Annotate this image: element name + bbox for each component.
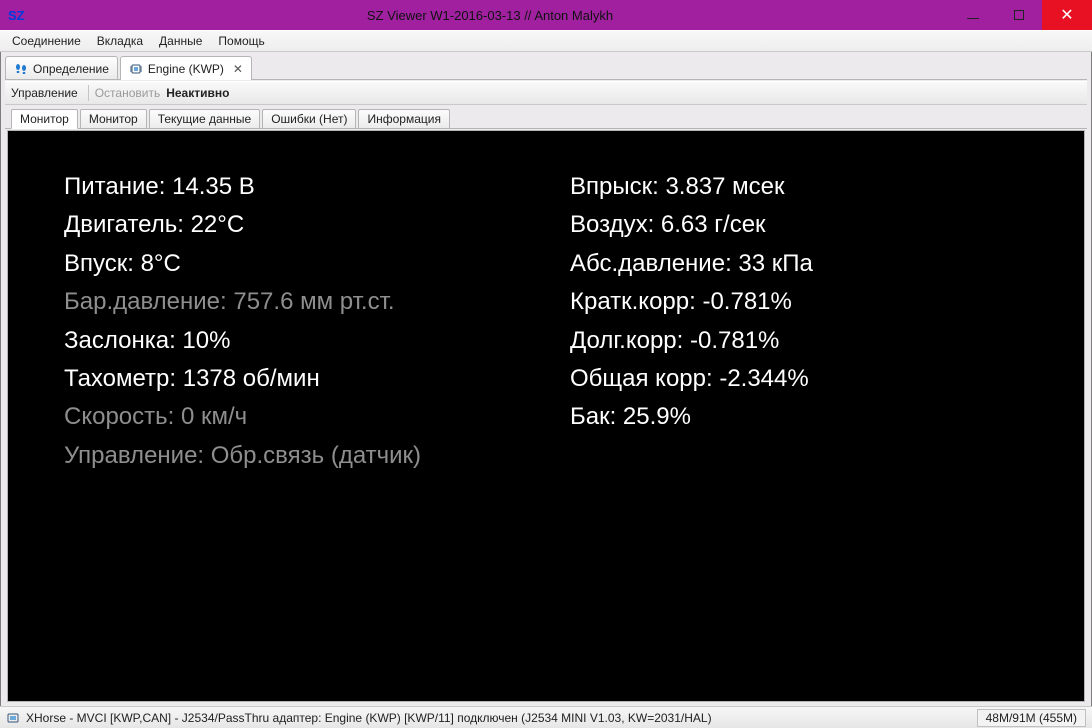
- menu-tab[interactable]: Вкладка: [89, 32, 151, 50]
- menu-bar: Соединение Вкладка Данные Помощь: [0, 30, 1092, 52]
- monitor-content: Питание: 14.35 В Двигатель: 22°C Впуск: 8°…: [8, 131, 1084, 701]
- monitor-right-row: Впрыск: 3.837 мсек: [570, 171, 1036, 203]
- toolbar-label: Управление: [11, 86, 82, 100]
- monitor-right-row: Абс.давление: 33 кПа: [570, 248, 1036, 280]
- minimize-button[interactable]: [950, 0, 996, 30]
- tab-definition-label: Определение: [33, 62, 109, 76]
- monitor-left-row: Двигатель: 22°C: [64, 209, 530, 241]
- subtab-current-data[interactable]: Текущие данные: [149, 109, 261, 129]
- monitor-left-row: Бар.давление: 757.6 мм рт.ст.: [64, 286, 530, 318]
- subtab-errors[interactable]: Ошибки (Нет): [262, 109, 356, 129]
- tab-engine-close-icon[interactable]: ✕: [233, 62, 243, 76]
- window-controls: ✕: [950, 0, 1092, 30]
- toolbar-state: Неактивно: [166, 86, 229, 100]
- tab-engine-label: Engine (KWP): [148, 62, 224, 76]
- window-title: SZ Viewer W1-2016-03-13 // Anton Malykh: [30, 8, 950, 23]
- monitor-right-row: Общая корр: -2.344%: [570, 363, 1036, 395]
- toolbar-stop-button[interactable]: Остановить: [95, 86, 161, 100]
- chip-icon: [129, 63, 143, 75]
- subtab-monitor-1[interactable]: Монитор: [11, 109, 78, 129]
- monitor-right-column: Впрыск: 3.837 мсек Воздух: 6.63 г/сек Абс.…: [570, 171, 1036, 681]
- close-button[interactable]: ✕: [1042, 0, 1092, 30]
- monitor-left-row: Скорость: 0 км/ч: [64, 401, 530, 433]
- client-area: Определение Engine (KWP) ✕ Управление Ос…: [0, 52, 1092, 706]
- subtab-info[interactable]: Информация: [358, 109, 449, 129]
- monitor-panel: Питание: 14.35 В Двигатель: 22°C Впуск: 8°…: [7, 130, 1085, 702]
- monitor-left-row: Заслонка: 10%: [64, 325, 530, 357]
- menu-help[interactable]: Помощь: [210, 32, 272, 50]
- monitor-left-row: Питание: 14.35 В: [64, 171, 530, 203]
- status-memory: 48M/91M (455M): [977, 709, 1086, 727]
- toolbar-separator: [88, 85, 89, 101]
- app-icon: SZ: [0, 8, 30, 23]
- monitor-left-row: Тахометр: 1378 об/мин: [64, 363, 530, 395]
- tab-definition[interactable]: Определение: [5, 56, 118, 80]
- status-text: XHorse - MVCI [KWP,CAN] - J2534/PassThru…: [26, 711, 712, 725]
- adapter-icon: [6, 711, 20, 725]
- monitor-left-row: Управление: Обр.связь (датчик): [64, 440, 530, 472]
- monitor-right-row: Долг.корр: -0.781%: [570, 325, 1036, 357]
- menu-connection[interactable]: Соединение: [4, 32, 89, 50]
- title-bar: SZ SZ Viewer W1-2016-03-13 // Anton Maly…: [0, 0, 1092, 30]
- monitor-right-row: Воздух: 6.63 г/сек: [570, 209, 1036, 241]
- sub-tab-strip: Монитор Монитор Текущие данные Ошибки (Н…: [5, 105, 1087, 129]
- footprints-icon: [14, 63, 28, 75]
- subtab-monitor-2[interactable]: Монитор: [80, 109, 147, 129]
- subtab-underline: [5, 128, 1087, 129]
- monitor-left-row: Впуск: 8°C: [64, 248, 530, 280]
- toolbar: Управление Остановить Неактивно: [5, 81, 1087, 105]
- status-bar: XHorse - MVCI [KWP,CAN] - J2534/PassThru…: [0, 706, 1092, 728]
- tab-engine[interactable]: Engine (KWP) ✕: [120, 56, 252, 80]
- maximize-button[interactable]: [996, 0, 1042, 30]
- status-left: XHorse - MVCI [KWP,CAN] - J2534/PassThru…: [6, 711, 712, 725]
- monitor-right-row: Бак: 25.9%: [570, 401, 1036, 433]
- monitor-left-column: Питание: 14.35 В Двигатель: 22°C Впуск: 8°…: [64, 171, 530, 681]
- monitor-right-row: Кратк.корр: -0.781%: [570, 286, 1036, 318]
- module-tab-strip: Определение Engine (KWP) ✕: [1, 52, 1091, 80]
- menu-data[interactable]: Данные: [151, 32, 210, 50]
